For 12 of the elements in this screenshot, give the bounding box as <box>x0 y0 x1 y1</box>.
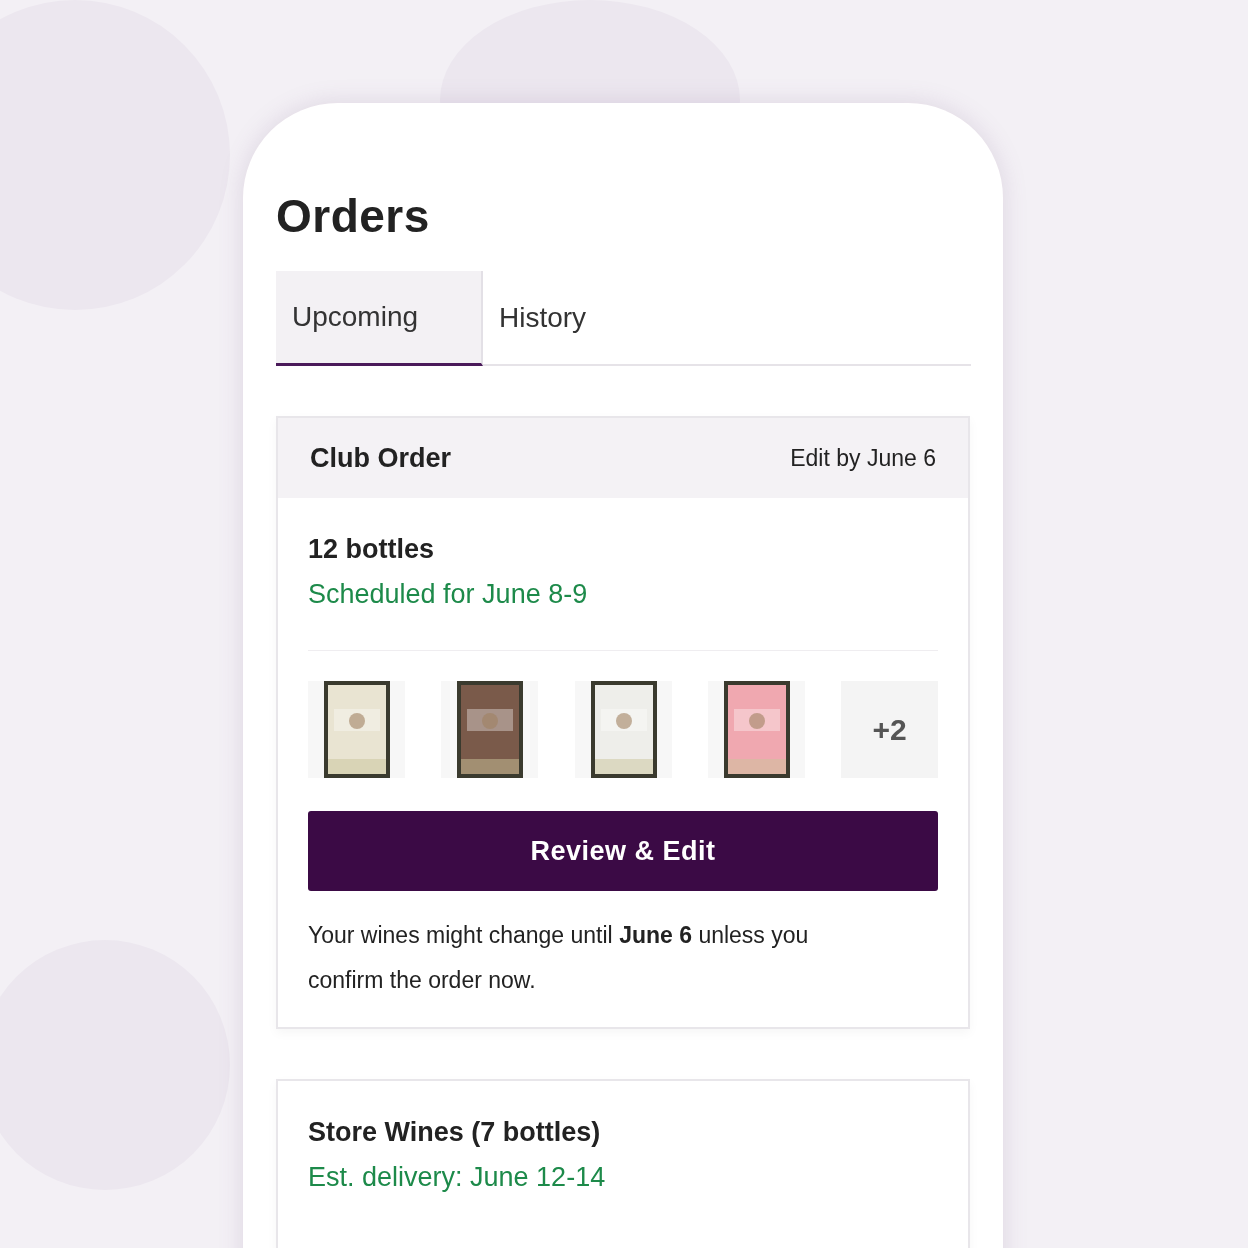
more-count[interactable]: +2 <box>841 681 938 778</box>
note-text: Your wines might change until June 6 unless you confirm the order now. <box>308 921 810 995</box>
delivery-text: Est. delivery: June 12-14 <box>308 1162 607 1193</box>
card-title: Store Wines (7 bottles) <box>308 1117 602 1148</box>
bottle-count: 12 bottles <box>308 534 436 565</box>
schedule-text: Scheduled for June 8-9 <box>308 579 589 610</box>
page-title: Orders <box>276 189 431 243</box>
tab[interactable]: Upcoming <box>276 271 483 366</box>
tab[interactable]: History <box>483 271 690 366</box>
card-title: Club Order <box>310 442 451 474</box>
review-edit-button[interactable]: Review & Edit <box>308 811 938 891</box>
edit-deadline: Edit by June 6 <box>790 444 936 472</box>
